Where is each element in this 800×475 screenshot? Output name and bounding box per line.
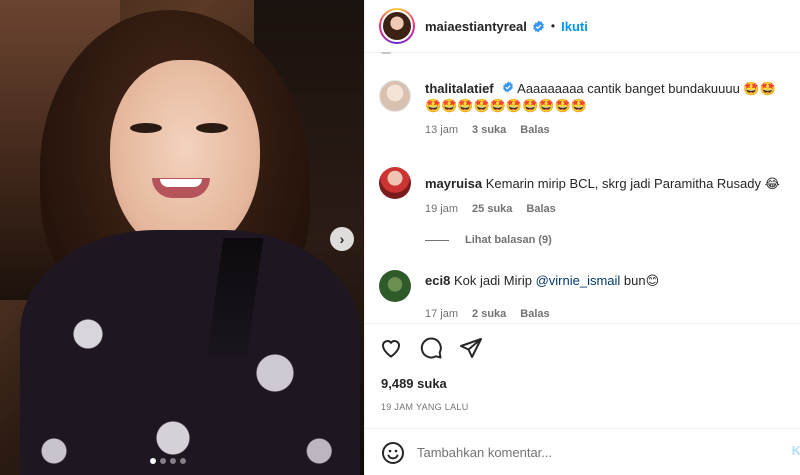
comment-input[interactable] <box>417 445 747 460</box>
comment-text: thalitalatief Aaaaaaaaa cantik banget bu… <box>425 80 789 114</box>
comment-body-after: bun😊 <box>620 273 660 288</box>
reply-button[interactable]: Balas <box>520 124 549 136</box>
chevron-right-icon: › <box>339 231 345 247</box>
comment-time[interactable]: 19 jam <box>425 203 458 215</box>
view-replies-button[interactable]: Lihat balasan (9) <box>425 234 552 246</box>
post-detail-panel: maiaestiantyreal • Ikuti thalitalatief A… <box>364 0 800 475</box>
carousel-dot <box>180 458 186 464</box>
comment-item: eci8 Kok jadi Mirip @virnie_ismail bun😊 … <box>379 270 789 320</box>
author-avatar[interactable] <box>379 8 415 44</box>
comment-meta: 13 jam 3 suka Balas <box>425 124 789 136</box>
carousel-next-button[interactable]: › <box>330 227 354 251</box>
replies-line <box>425 239 449 241</box>
comment-item: mayruisa Kemarin mirip BCL, skrg jadi Pa… <box>379 167 789 215</box>
reply-button[interactable]: Balas <box>526 203 555 215</box>
commenter-avatar[interactable] <box>379 80 411 112</box>
carousel-dot <box>160 458 166 464</box>
like-heart-icon[interactable] <box>379 336 403 360</box>
commenter-avatar[interactable] <box>379 167 411 199</box>
comment-mention-link[interactable]: @virnie_ismail <box>536 273 621 288</box>
post-photo[interactable]: › <box>0 0 364 475</box>
comment-time[interactable]: 13 jam <box>425 124 458 136</box>
author-username[interactable]: maiaestiantyreal <box>425 19 527 34</box>
reply-button[interactable]: Balas <box>520 308 549 320</box>
comment-box-divider <box>365 428 800 429</box>
comment-text: mayruisa Kemarin mirip BCL, skrg jadi Pa… <box>425 167 780 199</box>
carousel-dot <box>150 458 156 464</box>
photo-eye-right <box>196 123 228 133</box>
add-comment-bar: K <box>365 430 800 475</box>
comment-time[interactable]: 17 jam <box>425 308 458 320</box>
post-comment-button[interactable]: K <box>792 443 800 458</box>
comments-list[interactable]: thalitalatief Aaaaaaaaa cantik banget bu… <box>365 52 800 322</box>
post-actions <box>379 336 483 360</box>
actions-divider <box>365 323 800 324</box>
verified-badge-icon <box>502 81 514 93</box>
photo-face <box>110 60 260 255</box>
comment-item: thalitalatief Aaaaaaaaa cantik banget bu… <box>379 80 789 136</box>
comment-likes[interactable]: 3 suka <box>472 124 506 136</box>
share-paper-plane-icon[interactable] <box>459 336 483 360</box>
carousel-dot <box>170 458 176 464</box>
header-separator: • <box>550 19 556 33</box>
scroll-hint <box>381 52 391 54</box>
commenter-username[interactable]: thalitalatief <box>425 81 494 96</box>
comment-likes[interactable]: 2 suka <box>472 308 506 320</box>
photo-eye-left <box>130 123 162 133</box>
carousel-dots <box>150 458 186 464</box>
photo-floral-dress <box>20 230 360 475</box>
view-replies-label: Lihat balasan (9) <box>465 234 552 246</box>
comment-meta: 19 jam 25 suka Balas <box>425 203 789 215</box>
likes-count[interactable]: 9,489 suka <box>381 376 447 391</box>
verified-badge-icon <box>532 20 545 33</box>
comment-body-before: Kok jadi Mirip <box>453 273 536 288</box>
commenter-avatar[interactable] <box>379 270 411 302</box>
emoji-smile-icon[interactable] <box>381 441 405 465</box>
comment-likes[interactable]: 25 suka <box>472 203 512 215</box>
post-header: maiaestiantyreal • Ikuti <box>365 0 800 52</box>
photo-teeth <box>160 179 202 187</box>
commenter-username[interactable]: eci8 <box>425 273 450 288</box>
comment-meta: 17 jam 2 suka Balas <box>425 308 789 320</box>
post-timestamp[interactable]: 19 JAM YANG LALU <box>381 402 469 412</box>
comment-body: Kemarin mirip BCL, skrg jadi Paramitha R… <box>485 176 780 191</box>
commenter-username[interactable]: mayruisa <box>425 176 482 191</box>
follow-button[interactable]: Ikuti <box>561 19 588 34</box>
comment-bubble-icon[interactable] <box>419 336 443 360</box>
comment-text: eci8 Kok jadi Mirip @virnie_ismail bun😊 <box>425 270 659 302</box>
